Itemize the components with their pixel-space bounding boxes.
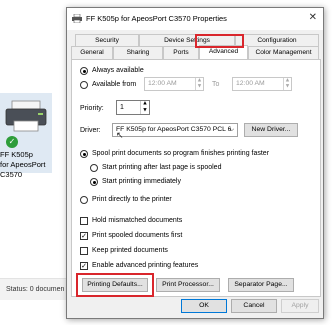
- title-bar: FF K505p for ApeosPort C3570 Properties …: [67, 8, 323, 30]
- print-spooled-first-label[interactable]: Print spooled documents first: [92, 232, 182, 239]
- keep-printed-checkbox[interactable]: [80, 247, 88, 255]
- from-time-value: 12:00 AM: [148, 80, 177, 87]
- driver-label: Driver:: [80, 127, 101, 134]
- start-after-last-page-radio[interactable]: [90, 164, 98, 172]
- to-time-field[interactable]: 12:00 AM ▲ ▼: [232, 77, 292, 91]
- printer-label-line2: for ApeosPort C3570: [0, 160, 46, 179]
- available-from-radio[interactable]: [80, 81, 88, 89]
- printer-label-line1: FF K505p: [0, 150, 33, 159]
- to-label: To: [212, 81, 220, 88]
- to-time-spinner-icon[interactable]: ▲ ▼: [283, 78, 291, 90]
- start-immediately-radio[interactable]: [90, 178, 98, 186]
- from-time-spinner-icon[interactable]: ▲ ▼: [195, 78, 203, 90]
- ok-button[interactable]: OK: [181, 299, 227, 313]
- print-processor-button[interactable]: Print Processor...: [156, 278, 220, 292]
- always-available-label[interactable]: Always available: [92, 67, 144, 74]
- tab-general[interactable]: General: [71, 46, 113, 59]
- driver-value: FF K505p for ApeosPort C3570 PCL 6: [116, 126, 232, 133]
- tab-color-management[interactable]: Color Management: [248, 46, 319, 59]
- tab-strip: Security Device Settings Configuration G…: [71, 32, 321, 60]
- print-directly-label[interactable]: Print directly to the printer: [92, 196, 172, 203]
- status-bar: Status: 0 documen: [0, 278, 70, 300]
- always-available-radio[interactable]: [80, 67, 88, 75]
- status-value: 0 documen: [29, 286, 65, 293]
- printer-app-icon: [72, 14, 82, 23]
- hold-mismatched-label[interactable]: Hold mismatched documents: [92, 217, 182, 224]
- print-directly-radio[interactable]: [80, 196, 88, 204]
- keep-printed-label[interactable]: Keep printed documents: [92, 247, 168, 254]
- priority-field[interactable]: 1 ▲ ▼: [116, 100, 150, 115]
- start-immediately-label[interactable]: Start printing immediately: [102, 178, 181, 185]
- priority-value: 1: [120, 104, 124, 111]
- priority-spinner-icon[interactable]: ▲ ▼: [140, 101, 149, 114]
- cancel-button[interactable]: Cancel: [231, 299, 277, 313]
- dialog-title: FF K505p for ApeosPort C3570 Properties: [86, 14, 227, 23]
- print-spooled-first-checkbox[interactable]: ✓: [80, 232, 88, 240]
- spool-documents-radio[interactable]: [80, 150, 88, 158]
- printing-defaults-button[interactable]: Printing Defaults...: [82, 278, 148, 292]
- close-icon[interactable]: ✕: [309, 12, 317, 23]
- driver-select[interactable]: FF K505p for ApeosPort C3570 PCL 6 ⌵: [112, 123, 238, 137]
- chevron-down-icon: ⌵: [229, 126, 234, 133]
- status-label: Status:: [6, 286, 28, 293]
- from-time-field[interactable]: 12:00 AM ▲ ▼: [144, 77, 204, 91]
- advanced-panel: Always available Available from 12:00 AM…: [71, 59, 321, 297]
- hold-mismatched-checkbox[interactable]: [80, 217, 88, 225]
- to-time-value: 12:00 AM: [236, 80, 265, 87]
- status-text: Status: 0 documen: [6, 286, 64, 293]
- tab-sharing[interactable]: Sharing: [113, 46, 163, 59]
- default-printer-check-icon: ✓: [6, 136, 18, 148]
- mouse-cursor-icon: ↖: [116, 131, 124, 141]
- printer-label[interactable]: FF K505p for ApeosPort C3570: [0, 150, 56, 180]
- separator-page-button[interactable]: Separator Page...: [228, 278, 294, 292]
- printer-icon: [5, 100, 47, 132]
- apply-button[interactable]: Apply: [281, 299, 319, 313]
- spool-documents-label[interactable]: Spool print documents so program finishe…: [92, 150, 269, 157]
- new-driver-button[interactable]: New Driver...: [244, 123, 298, 137]
- priority-label: Priority:: [80, 105, 104, 112]
- printer-properties-dialog: FF K505p for ApeosPort C3570 Properties …: [66, 7, 324, 319]
- enable-advanced-features-label[interactable]: Enable advanced printing features: [92, 262, 198, 269]
- tab-advanced[interactable]: Advanced: [199, 45, 248, 59]
- available-from-label[interactable]: Available from: [92, 81, 136, 88]
- enable-advanced-features-checkbox[interactable]: ✓: [80, 262, 88, 270]
- tab-ports[interactable]: Ports: [163, 46, 199, 59]
- start-after-last-page-label[interactable]: Start printing after last page is spoole…: [102, 164, 221, 171]
